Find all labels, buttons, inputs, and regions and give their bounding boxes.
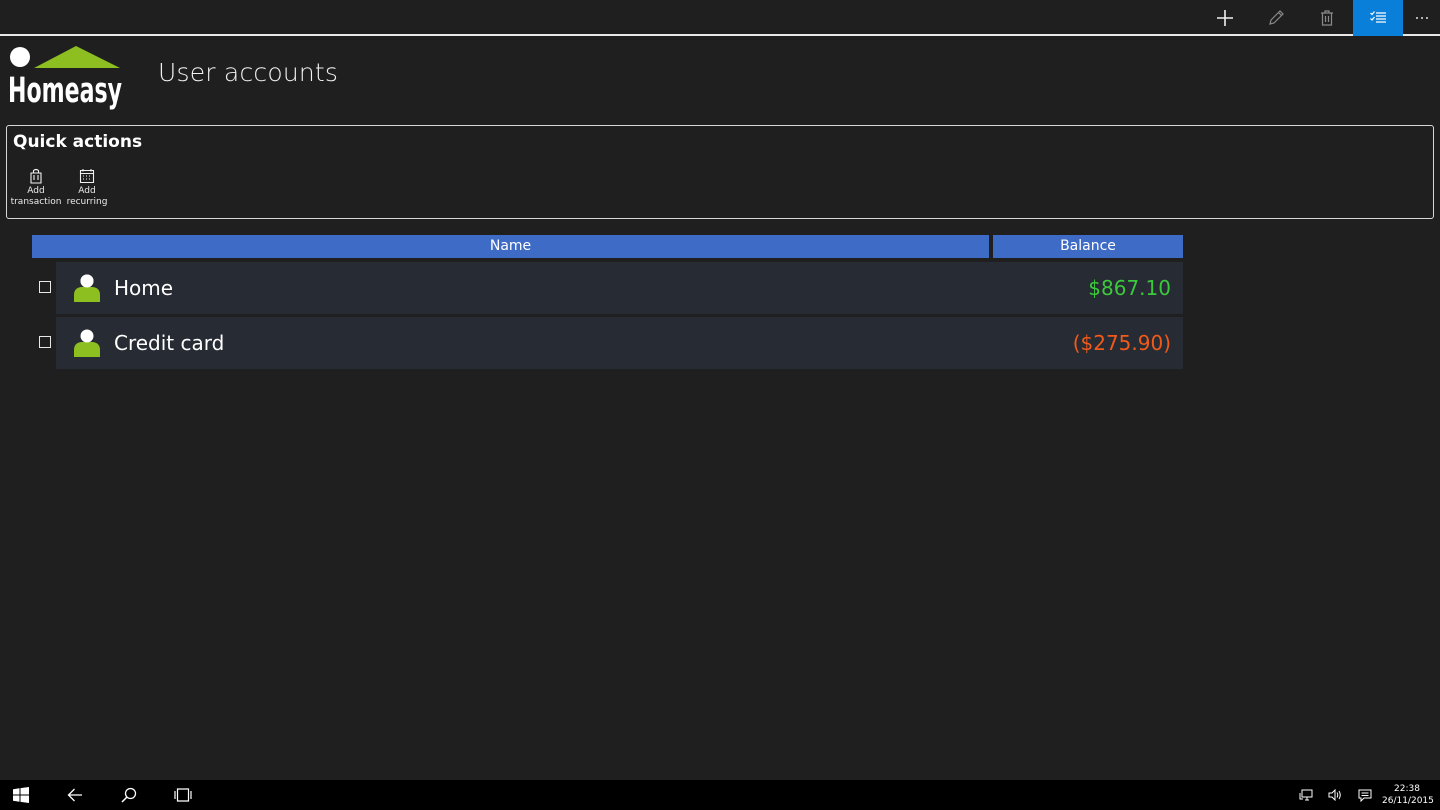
add-transaction-button[interactable]: Add transaction bbox=[8, 168, 64, 208]
account-name: Credit card bbox=[114, 331, 225, 355]
edit-button[interactable] bbox=[1251, 0, 1301, 36]
row-checkbox-credit-card[interactable] bbox=[39, 336, 51, 348]
calendar-icon bbox=[79, 169, 95, 184]
quick-actions-panel: Quick actions Add transaction Add recurr… bbox=[6, 125, 1434, 219]
table-row[interactable]: Home $867.10 bbox=[56, 262, 1183, 314]
taskbar: 22:38 26/11/2015 bbox=[0, 780, 1440, 810]
edit-icon bbox=[1269, 10, 1284, 25]
add-recurring-button[interactable]: Add recurring bbox=[59, 168, 115, 208]
more-icon bbox=[1416, 17, 1428, 19]
column-header-balance[interactable]: Balance bbox=[993, 235, 1183, 258]
bag-icon bbox=[30, 168, 42, 184]
task-view-icon bbox=[174, 788, 192, 802]
add-icon bbox=[1217, 10, 1233, 26]
account-balance: ($275.90) bbox=[1072, 331, 1171, 355]
user-avatar-icon bbox=[74, 329, 100, 357]
user-avatar-icon bbox=[74, 274, 100, 302]
table-row[interactable]: Credit card ($275.90) bbox=[56, 317, 1183, 369]
start-button[interactable] bbox=[1, 780, 41, 810]
task-view-button[interactable] bbox=[163, 780, 203, 810]
back-button[interactable] bbox=[55, 780, 95, 810]
network-button[interactable] bbox=[1292, 780, 1320, 810]
delete-icon bbox=[1321, 10, 1333, 26]
page-title: User accounts bbox=[158, 58, 339, 87]
logo-text: Homeasy bbox=[8, 71, 122, 111]
notifications-icon bbox=[1358, 789, 1372, 802]
more-button[interactable] bbox=[1404, 0, 1440, 36]
search-button[interactable] bbox=[109, 780, 149, 810]
row-checkbox-home[interactable] bbox=[39, 281, 51, 293]
taskbar-clock[interactable]: 22:38 26/11/2015 bbox=[1382, 783, 1434, 807]
search-icon bbox=[121, 787, 137, 803]
command-bar bbox=[0, 0, 1440, 36]
network-icon bbox=[1299, 789, 1313, 801]
notifications-button[interactable] bbox=[1351, 780, 1379, 810]
add-button[interactable] bbox=[1200, 0, 1250, 36]
account-name: Home bbox=[114, 276, 174, 300]
app-window: Homeasy User accounts Quick actions Add … bbox=[0, 0, 1440, 780]
volume-icon bbox=[1328, 789, 1341, 801]
select-icon bbox=[1370, 11, 1386, 23]
column-header-name[interactable]: Name bbox=[32, 235, 989, 258]
quick-actions-title: Quick actions bbox=[13, 132, 143, 152]
volume-button[interactable] bbox=[1321, 780, 1349, 810]
clock-time: 22:38 bbox=[1394, 784, 1420, 794]
delete-button[interactable] bbox=[1302, 0, 1352, 36]
homeasy-logo: Homeasy bbox=[8, 44, 128, 112]
windows-start-icon bbox=[13, 787, 29, 803]
account-balance: $867.10 bbox=[1088, 276, 1171, 300]
add-transaction-label: Add transaction bbox=[10, 186, 62, 207]
select-button[interactable] bbox=[1353, 0, 1403, 36]
clock-date: 26/11/2015 bbox=[1382, 796, 1434, 806]
back-icon bbox=[67, 788, 82, 802]
add-recurring-label: Add recurring bbox=[66, 186, 108, 207]
